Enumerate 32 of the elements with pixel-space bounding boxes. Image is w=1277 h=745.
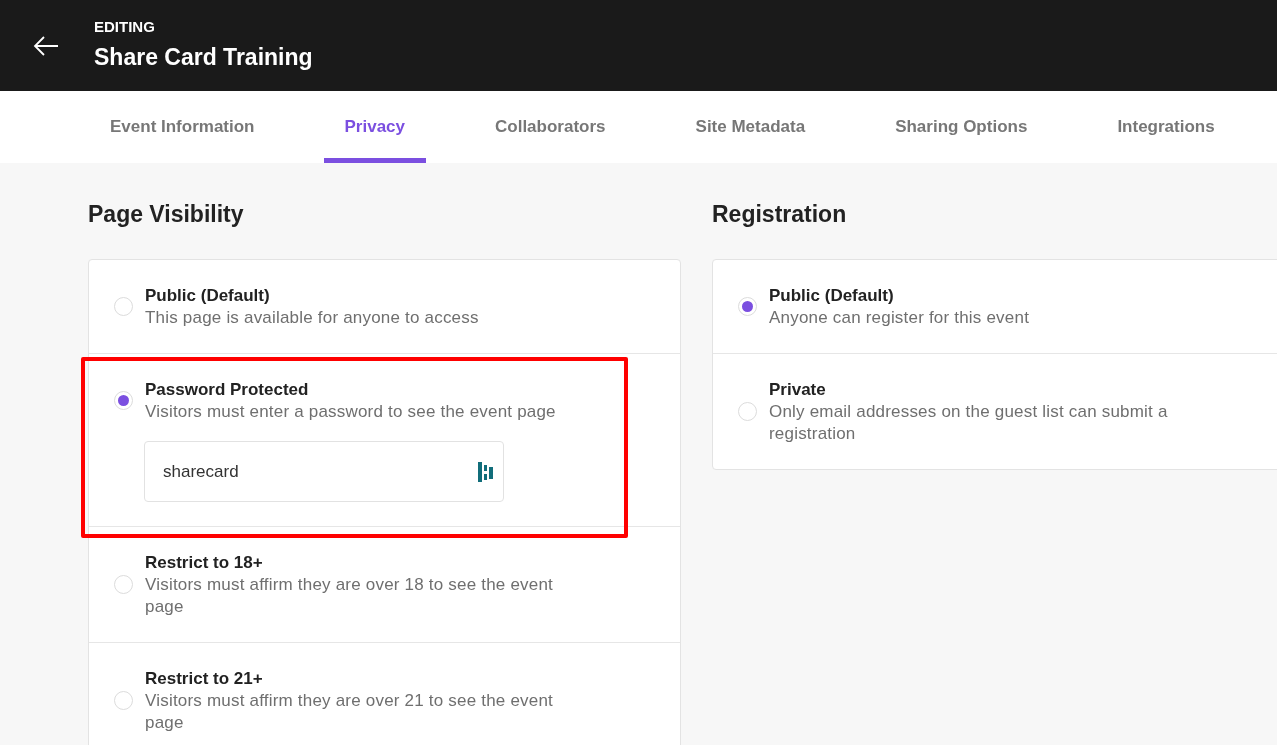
option-description: This page is available for anyone to access: [145, 307, 479, 329]
radio-button[interactable]: [114, 297, 133, 316]
tab[interactable]: Integrations: [1096, 91, 1236, 163]
radio-button[interactable]: [114, 391, 133, 410]
radio-button[interactable]: [114, 575, 133, 594]
option-description: Anyone can register for this event: [769, 307, 1030, 329]
password-manager-icon[interactable]: [477, 460, 495, 483]
tab[interactable]: Collaborators: [474, 91, 627, 163]
option-description: Visitors must enter a password to see the event page: [145, 401, 556, 423]
tab[interactable]: Privacy: [323, 91, 426, 163]
option-description: Visitors must affirm they are over 21 to see the event page: [145, 690, 554, 734]
option-description: Visitors must affirm they are over 18 to see the event page: [145, 574, 554, 618]
option-title: Public (Default): [145, 285, 271, 307]
option-title: Restrict to 21+: [145, 668, 264, 690]
section-heading: Page Visibility: [88, 200, 245, 229]
radio-button[interactable]: [738, 297, 757, 316]
option-description: Only email addresses on the guest list can submit a registration: [769, 401, 1169, 445]
radio-button[interactable]: [114, 691, 133, 710]
option-title: Private: [769, 379, 827, 401]
option-title: Password Protected: [145, 379, 310, 401]
password-input[interactable]: sharecard: [163, 458, 443, 485]
tab[interactable]: Site Metadata: [674, 91, 827, 163]
option-title: Public (Default): [769, 285, 895, 307]
section-heading: Registration: [712, 200, 848, 229]
editing-label: EDITING: [94, 17, 156, 36]
option-title: Restrict to 18+: [145, 552, 264, 574]
radio-button[interactable]: [738, 402, 757, 421]
back-arrow-icon[interactable]: [33, 35, 59, 56]
password-field[interactable]: sharecard: [144, 441, 504, 502]
tab[interactable]: Event Information: [89, 91, 276, 163]
event-title: Share Card Training: [94, 42, 313, 72]
tab[interactable]: Sharing Options: [874, 91, 1049, 163]
